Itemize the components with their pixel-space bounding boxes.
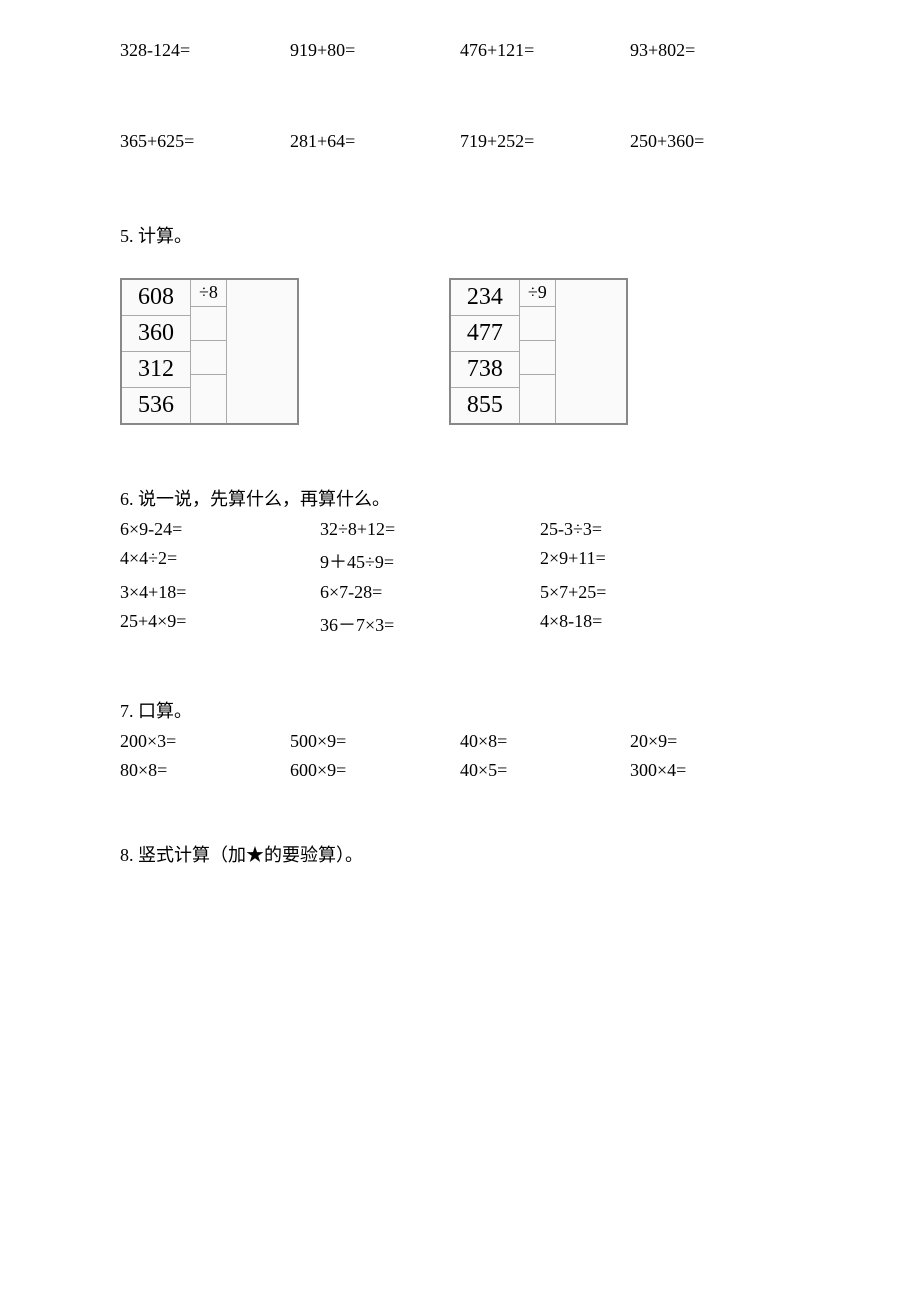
blank-cell [520, 375, 555, 401]
expr: 25+4×9= [120, 611, 320, 637]
calc-table-1: 608 360 312 536 ÷8 [120, 278, 299, 425]
expr: 4×4÷2= [120, 548, 320, 574]
expr: 200×3= [120, 731, 290, 752]
expr: 6×9-24= [120, 519, 320, 540]
top-row-2: 365+625= 281+64= 719+252= 250+360= [120, 131, 800, 152]
expr: 281+64= [290, 131, 460, 152]
blank-cell [520, 307, 555, 341]
q7-title: 7. 口算。 [120, 697, 800, 723]
expr: 250+360= [630, 131, 800, 152]
expr: 93+802= [630, 40, 800, 61]
expr: 6×7-28= [320, 582, 540, 603]
expr: 9＋45÷9= [320, 548, 540, 574]
expr: 80×8= [120, 760, 290, 781]
operator-label: ÷9 [520, 280, 555, 307]
expr: 719+252= [460, 131, 630, 152]
expr: 476+121= [460, 40, 630, 61]
expr: 328-124= [120, 40, 290, 61]
blank-cell [520, 341, 555, 375]
blank-cell [191, 375, 226, 401]
blank-cell [191, 341, 226, 375]
expr: 5×7+25= [540, 582, 800, 603]
operator-label: ÷8 [191, 280, 226, 307]
table-cell: 738 [451, 352, 519, 388]
top-row-1: 328-124= 919+80= 476+121= 93+802= [120, 40, 800, 61]
expr: 3×4+18= [120, 582, 320, 603]
expr: 919+80= [290, 40, 460, 61]
q7-block: 200×3= 500×9= 40×8= 20×9= 80×8= 600×9= 4… [120, 731, 800, 781]
expr: 4×8-18= [540, 611, 800, 637]
q5-tables: 608 360 312 536 ÷8 234 477 738 855 ÷9 [120, 278, 800, 425]
result-col [556, 280, 626, 423]
q6-title: 6. 说一说，先算什么，再算什么。 [120, 485, 800, 511]
blank-cell [191, 307, 226, 341]
expr: 500×9= [290, 731, 460, 752]
q8-title: 8. 竖式计算（加★的要验算）。 [120, 841, 800, 867]
table-cell: 536 [122, 388, 190, 423]
table-cell: 477 [451, 316, 519, 352]
expr: 365+625= [120, 131, 290, 152]
q6-block: 6×9-24= 32÷8+12= 25-3÷3= 4×4÷2= 9＋45÷9= … [120, 519, 800, 637]
table-cell: 234 [451, 280, 519, 316]
expr: 600×9= [290, 760, 460, 781]
expr: 300×4= [630, 760, 800, 781]
expr: 25-3÷3= [540, 519, 800, 540]
result-col [227, 280, 297, 423]
expr: 40×5= [460, 760, 630, 781]
table-cell: 855 [451, 388, 519, 423]
table-cell: 608 [122, 280, 190, 316]
calc-table-2: 234 477 738 855 ÷9 [449, 278, 628, 425]
q5-title: 5. 计算。 [120, 222, 800, 248]
expr: 36－7×3= [320, 611, 540, 637]
expr: 32÷8+12= [320, 519, 540, 540]
expr: 20×9= [630, 731, 800, 752]
table-cell: 360 [122, 316, 190, 352]
expr: 40×8= [460, 731, 630, 752]
table-cell: 312 [122, 352, 190, 388]
expr: 2×9+11= [540, 548, 800, 574]
